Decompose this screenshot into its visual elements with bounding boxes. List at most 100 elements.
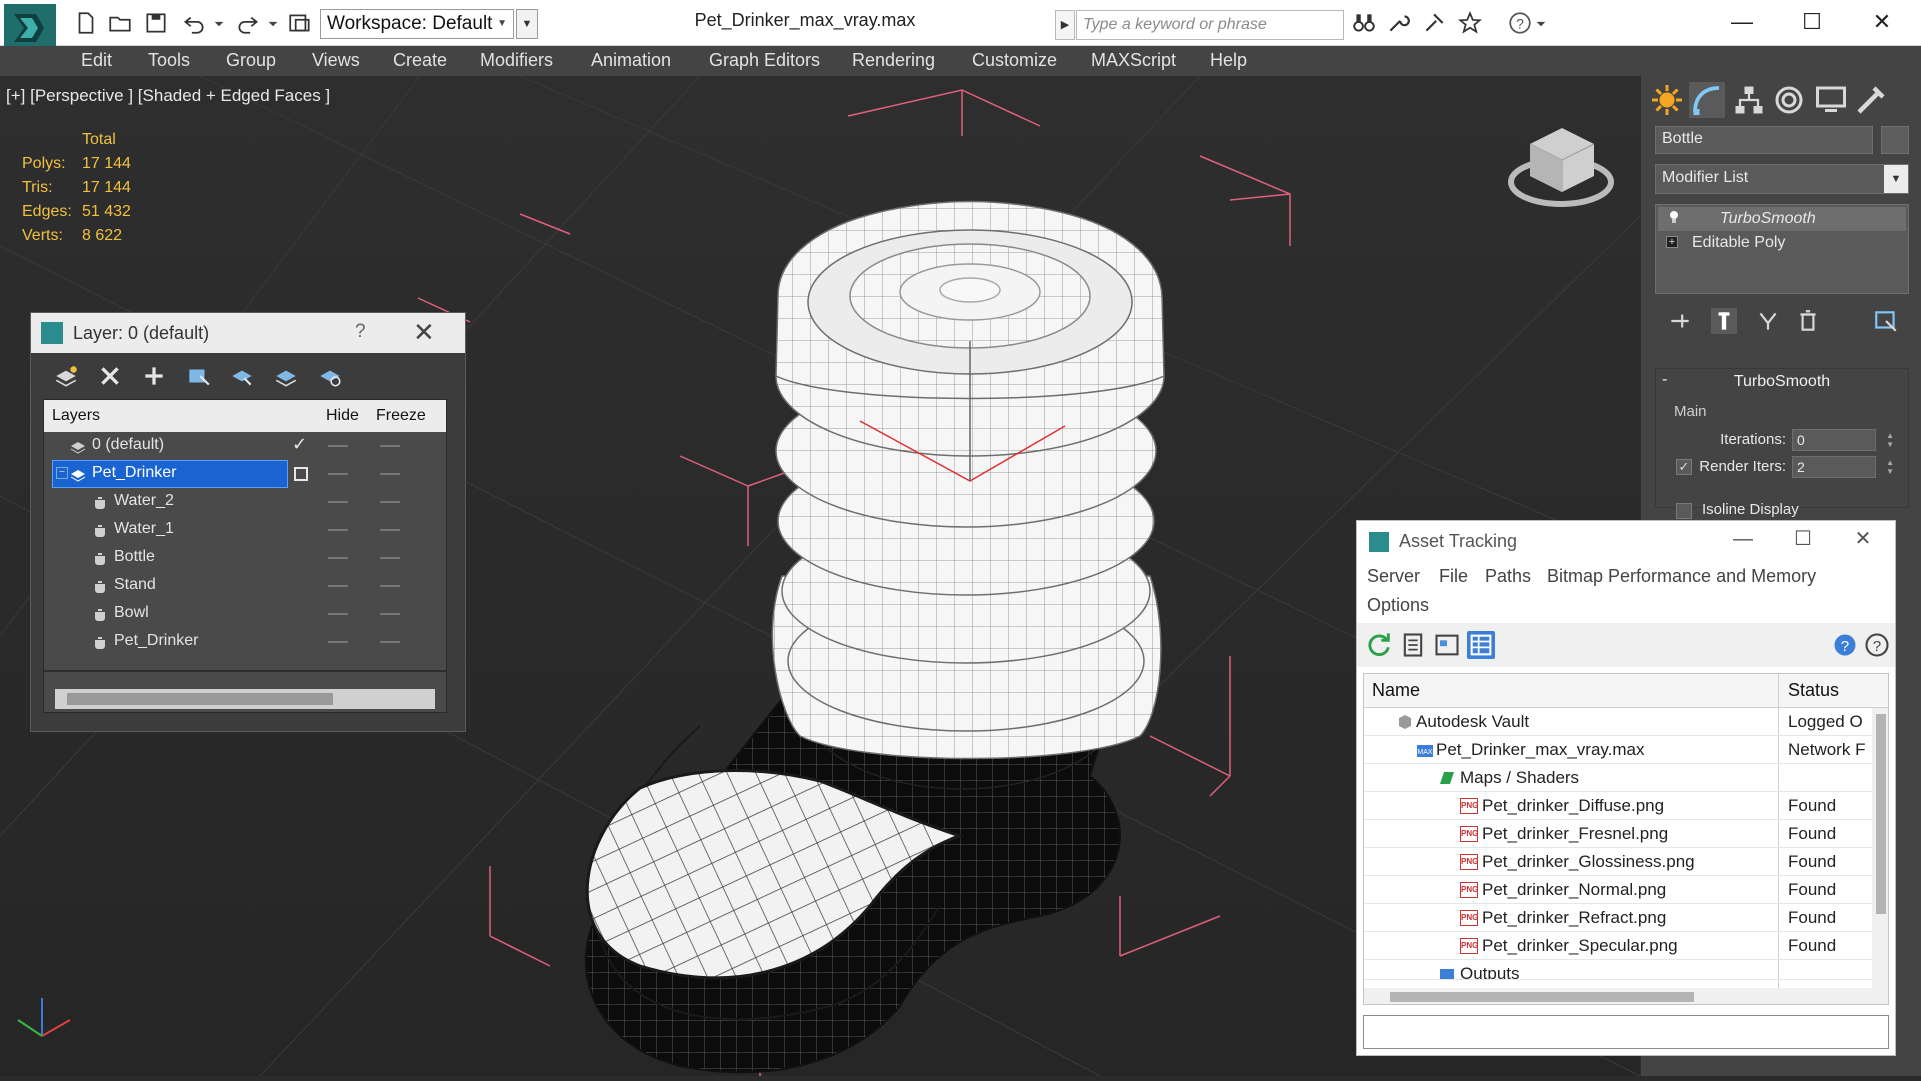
asset-row[interactable]: PNG Pet_drinker_Normal.png Found — [1364, 876, 1888, 904]
column-freeze[interactable]: Freeze — [376, 407, 426, 425]
menu-create[interactable]: Create — [393, 50, 447, 71]
viewport-label[interactable]: [+] [Perspective ] [Shaded + Edged Faces… — [6, 86, 330, 106]
asset-row[interactable]: PNG Pet_drinker_Fresnel.png Found — [1364, 820, 1888, 848]
asset-row[interactable]: Outputs — [1364, 960, 1888, 980]
create-tab-icon[interactable] — [1649, 82, 1685, 118]
hide-toggle[interactable] — [328, 529, 348, 531]
menu-maxscript[interactable]: MAXScript — [1091, 50, 1176, 71]
select-in-layer-icon[interactable] — [185, 363, 211, 389]
hide-toggle[interactable] — [328, 557, 348, 559]
current-layer-check-icon[interactable]: ✓ — [292, 434, 307, 455]
close-button[interactable]: ✕ — [413, 317, 435, 348]
isoline-display-checkbox[interactable] — [1676, 503, 1692, 519]
scrollbar-thumb[interactable] — [1876, 714, 1886, 914]
spinner-arrows-icon[interactable]: ▲ ▼ — [1886, 458, 1894, 476]
object-row[interactable]: Bowl — [44, 600, 446, 628]
make-unique-icon[interactable] — [1755, 308, 1781, 334]
menu-edit[interactable]: Edit — [81, 50, 112, 71]
workspace-select[interactable]: Workspace: Default ▼ — [320, 9, 514, 39]
lightbulb-icon[interactable] — [1668, 210, 1680, 224]
asset-dialog-header[interactable]: Asset Tracking — ☐ ✕ — [1357, 521, 1895, 561]
object-color-swatch[interactable] — [1881, 126, 1909, 154]
binoculars-icon[interactable] — [1350, 10, 1378, 36]
column-name[interactable]: Name — [1372, 680, 1420, 701]
table-view-icon[interactable] — [1467, 631, 1495, 659]
layer-dialog-header[interactable]: Layer: 0 (default) ? ✕ — [31, 313, 465, 353]
modify-tab-icon[interactable] — [1689, 82, 1725, 118]
close-button[interactable]: ✕ — [1860, 6, 1904, 40]
layers-icon[interactable] — [53, 363, 79, 389]
expand-icon[interactable]: + — [1666, 236, 1678, 248]
pin-stack-icon[interactable] — [1667, 308, 1693, 334]
spinner-arrows-icon[interactable]: ▲ ▼ — [1886, 431, 1894, 449]
set-current-layer-icon[interactable] — [273, 363, 299, 389]
hierarchy-tab-icon[interactable] — [1731, 82, 1767, 118]
freeze-toggle[interactable] — [380, 585, 400, 587]
context-help-icon[interactable]: ? — [1863, 631, 1891, 659]
help-button[interactable]: ? — [355, 321, 366, 343]
set-current-checkbox[interactable] — [294, 467, 308, 481]
asset-row[interactable]: PNG Pet_drinker_Diffuse.png Found — [1364, 792, 1888, 820]
menu-rendering[interactable]: Rendering — [852, 50, 935, 71]
select-layer-icon[interactable] — [229, 363, 255, 389]
horizontal-scrollbar[interactable] — [55, 689, 435, 709]
layer-row-selected[interactable]: − Pet_Drinker — [44, 460, 446, 488]
hide-toggle[interactable] — [328, 445, 348, 447]
redo-icon[interactable] — [234, 10, 262, 36]
stack-item-turbosmooth[interactable]: TurboSmooth — [1658, 207, 1906, 231]
iterations-input[interactable]: 0 — [1792, 429, 1876, 451]
help-dropdown-icon[interactable] — [1534, 10, 1548, 36]
collapse-icon[interactable]: − — [56, 467, 68, 479]
iterations-spinner[interactable]: Iterations: 0 ▲ ▼ — [1720, 429, 1898, 451]
maximize-button[interactable]: ☐ — [1781, 525, 1825, 555]
stack-item-editable-poly[interactable]: + Editable Poly — [1658, 231, 1906, 255]
display-tab-icon[interactable] — [1813, 82, 1849, 118]
menu-bitmap-performance[interactable]: Bitmap Performance and Memory — [1547, 566, 1816, 587]
asset-row[interactable]: Maps / Shaders — [1364, 764, 1888, 792]
search-expand-icon[interactable]: ▶ — [1055, 10, 1075, 40]
remove-modifier-icon[interactable] — [1795, 308, 1821, 334]
list-view-icon[interactable] — [1399, 631, 1427, 659]
save-icon[interactable] — [142, 10, 170, 36]
rollout-title[interactable]: TurboSmooth — [1656, 369, 1908, 395]
asset-row[interactable]: MAX Pet_Drinker_max_vray.max Network F — [1364, 736, 1888, 764]
freeze-toggle[interactable] — [380, 641, 400, 643]
column-layers[interactable]: Layers — [52, 407, 100, 425]
layer-properties-icon[interactable] — [317, 363, 343, 389]
asset-row[interactable]: PNG Pet_drinker_Specular.png Found — [1364, 932, 1888, 960]
add-icon[interactable] — [141, 363, 167, 389]
layer-row[interactable]: 0 (default) ✓ — [44, 432, 446, 460]
menu-options[interactable]: Options — [1367, 595, 1429, 616]
render-iters-checkbox[interactable]: ✓ — [1676, 459, 1692, 475]
menu-file[interactable]: File — [1439, 566, 1468, 587]
freeze-toggle[interactable] — [380, 473, 400, 475]
render-iters-spinner[interactable]: Render Iters: 2 ▲ ▼ — [1699, 456, 1898, 478]
object-row[interactable]: Water_1 — [44, 516, 446, 544]
close-button[interactable]: ✕ — [1841, 525, 1885, 555]
object-row[interactable]: Stand — [44, 572, 446, 600]
delete-layer-icon[interactable] — [97, 363, 123, 389]
project-folder-icon[interactable] — [286, 10, 314, 36]
menu-modifiers[interactable]: Modifiers — [480, 50, 553, 71]
hide-toggle[interactable] — [328, 641, 348, 643]
utilities-tab-icon[interactable] — [1853, 82, 1889, 118]
menu-customize[interactable]: Customize — [972, 50, 1057, 71]
hide-toggle[interactable] — [328, 613, 348, 615]
maximize-button[interactable]: ☐ — [1790, 6, 1834, 40]
freeze-toggle[interactable] — [380, 501, 400, 503]
menu-group[interactable]: Group — [226, 50, 276, 71]
communication-icon[interactable] — [1420, 10, 1448, 36]
minimize-button[interactable]: — — [1721, 525, 1765, 555]
hide-toggle[interactable] — [328, 473, 348, 475]
menu-tools[interactable]: Tools — [148, 50, 190, 71]
open-folder-icon[interactable] — [106, 10, 134, 36]
show-end-result-icon[interactable] — [1711, 308, 1737, 334]
object-row[interactable]: Pet_Drinker — [44, 628, 446, 656]
scrollbar-thumb[interactable] — [67, 693, 333, 705]
new-file-icon[interactable] — [72, 10, 100, 36]
menu-graph-editors[interactable]: Graph Editors — [709, 50, 820, 71]
object-row[interactable]: Bottle — [44, 544, 446, 572]
search-input[interactable] — [1076, 10, 1344, 40]
undo-dropdown-icon[interactable] — [212, 10, 226, 36]
motion-tab-icon[interactable] — [1771, 82, 1807, 118]
